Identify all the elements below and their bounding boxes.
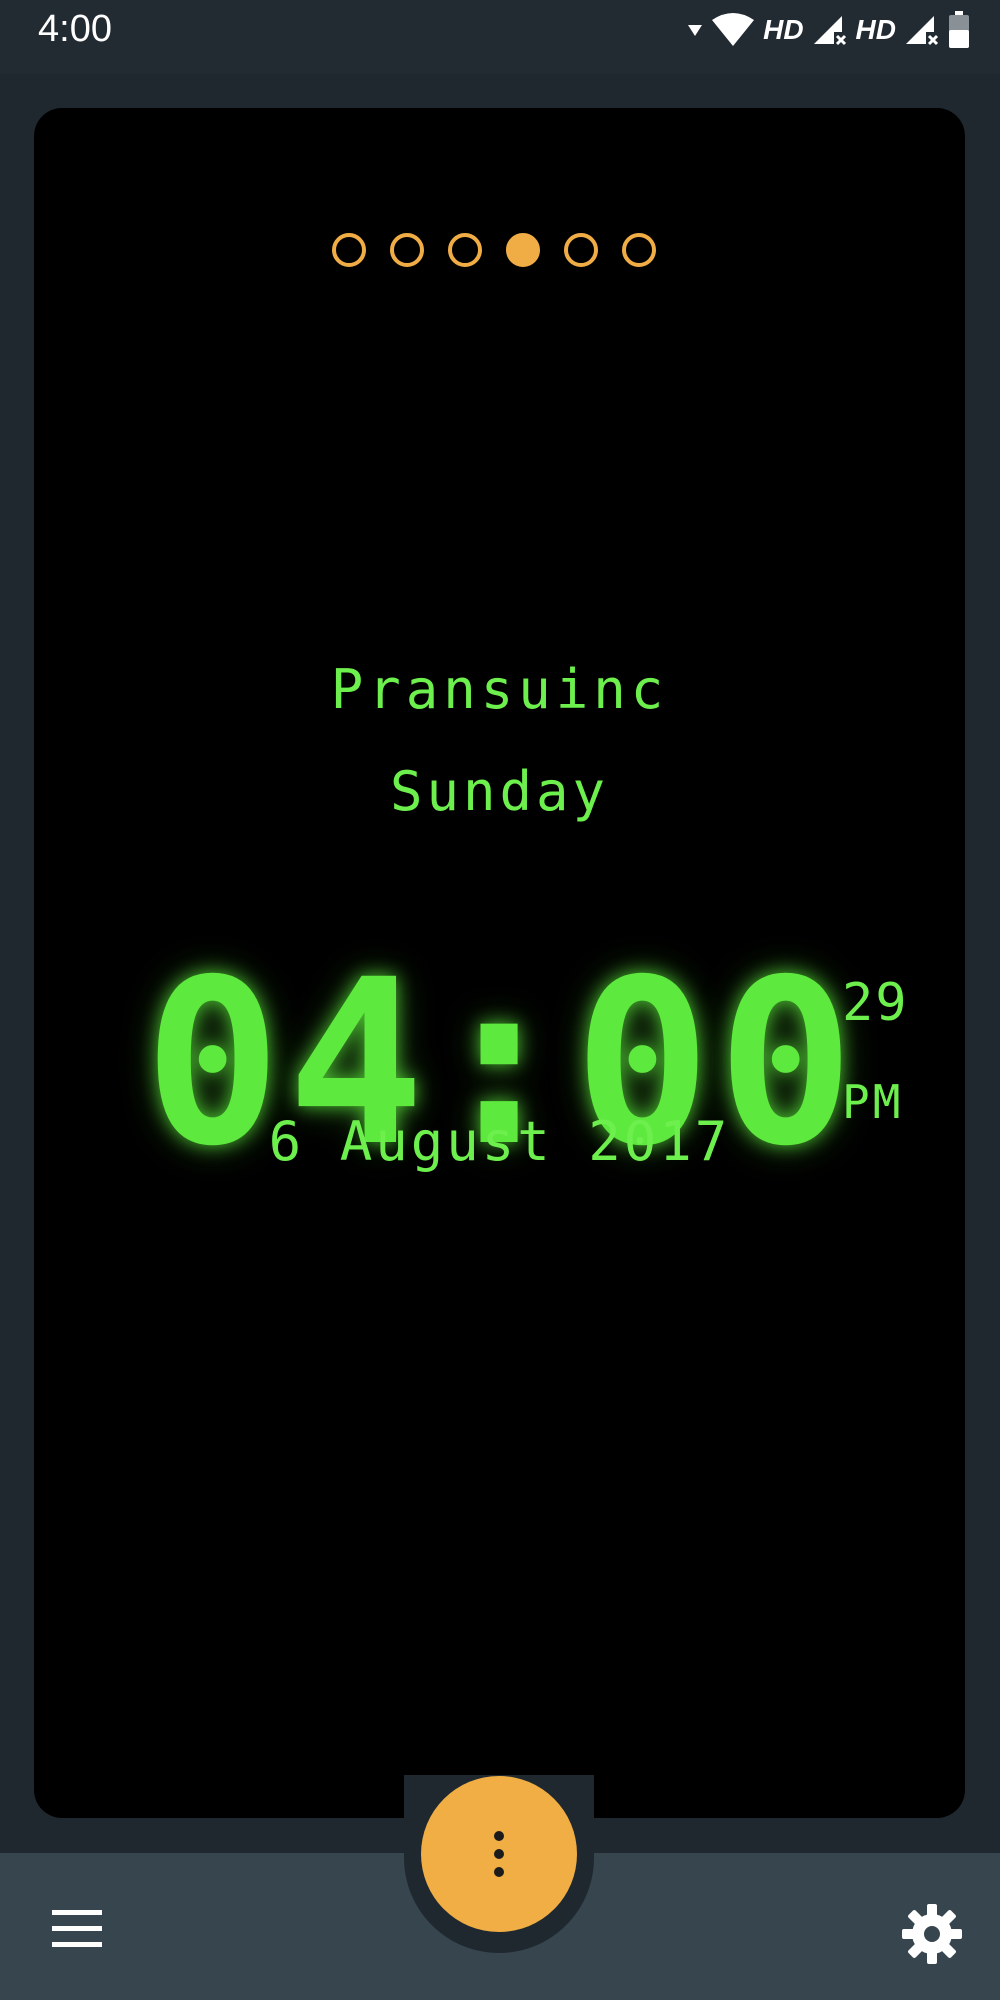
status-icons: HD HD xyxy=(687,8,970,52)
battery-icon xyxy=(949,11,969,48)
page-dot-3[interactable] xyxy=(447,233,482,267)
data-arrow-icon xyxy=(688,25,703,36)
hd-label: HD xyxy=(763,14,804,45)
hd-label: HD xyxy=(855,14,896,45)
more-options-fab[interactable] xyxy=(421,1776,577,1932)
more-vertical-icon xyxy=(494,1831,504,1877)
date-label: 6 August 2017 xyxy=(268,1110,731,1173)
page-dot-5[interactable] xyxy=(563,233,598,267)
day-label: Sunday xyxy=(389,760,610,823)
wifi-icon xyxy=(712,13,755,46)
page-dot-6[interactable] xyxy=(621,233,656,267)
page-dot-2[interactable] xyxy=(389,233,424,267)
page-dot-4-active[interactable] xyxy=(505,233,540,267)
menu-button[interactable] xyxy=(46,1906,108,1952)
status-time: 4:00 xyxy=(38,8,112,50)
settings-button[interactable] xyxy=(900,1902,964,1966)
time-seconds: 29 xyxy=(842,973,909,1033)
signal-x-icon xyxy=(813,16,846,46)
hamburger-menu-icon xyxy=(52,1910,102,1947)
page-dot-1[interactable] xyxy=(331,233,366,267)
status-bar: 4:00 HD HD xyxy=(0,0,1000,74)
brand-label: Pransuinc xyxy=(330,658,669,721)
page-indicator xyxy=(28,233,959,267)
clock-card[interactable]: Pransuinc Sunday 04:00 29 PM 6 August 20… xyxy=(34,108,965,1818)
gear-icon xyxy=(902,1904,962,1964)
signal-x-icon xyxy=(906,16,939,46)
